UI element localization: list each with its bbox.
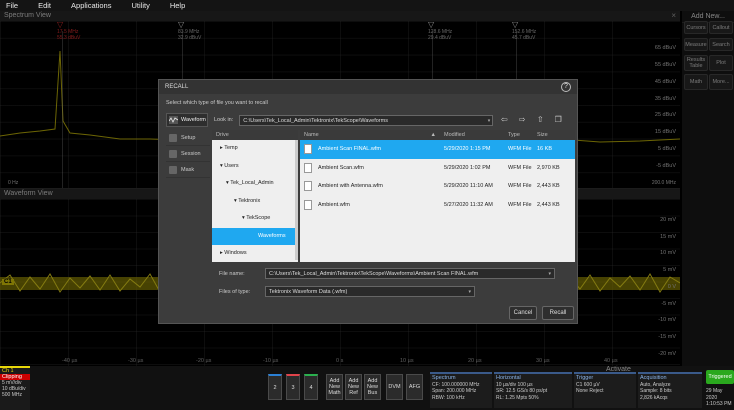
date-time: 29 May 2020 1:10:53 PM <box>706 388 732 407</box>
menu-applications[interactable]: Applications <box>71 1 111 10</box>
file-icon <box>304 162 312 173</box>
dialog-subtitle: Select which type of file you want to re… <box>166 100 268 106</box>
settings-bar: Ch 1 Clipping 5 mV/div 10 dBu/div 500 MH… <box>0 366 734 410</box>
chevron-down-icon: ▾ <box>468 289 471 295</box>
tree-item-users[interactable]: ▾ Users <box>212 158 298 176</box>
menu-help[interactable]: Help <box>170 1 185 10</box>
file-name-row: File name: C:\Users\Tek_Local_Admin\Tekt… <box>219 268 555 279</box>
help-icon[interactable]: ? <box>561 82 571 92</box>
column-modified[interactable]: Modified <box>442 130 506 140</box>
setup-type[interactable]: Setup <box>166 130 210 146</box>
new-folder-icon[interactable]: ❐ <box>551 114 565 126</box>
sort-up-icon: ▲ <box>430 132 436 138</box>
menu-edit[interactable]: Edit <box>38 1 51 10</box>
column-name[interactable]: Name ▲ <box>300 130 442 140</box>
channel-3-button[interactable]: 3 <box>286 374 300 400</box>
horizontal-settings[interactable]: Horizontal 10 µs/div 100 µs SR: 12.5 GS/… <box>494 372 572 408</box>
menu-file[interactable]: File <box>6 1 18 10</box>
add-new-bus-button[interactable]: Add New Bus <box>364 374 381 400</box>
channel-4-button[interactable]: 4 <box>304 374 318 400</box>
mask-icon <box>169 165 177 174</box>
file-type-dropdown[interactable]: Tektronix Waveform Data (.wfm) ▾ <box>265 286 475 297</box>
activate-watermark: Activate <box>606 366 631 373</box>
add-new-ref-button[interactable]: Add New Ref <box>345 374 362 400</box>
file-list: Name ▲ Modified Type Size Ambient Scan FI… <box>300 130 575 262</box>
file-row[interactable]: Ambient Scan.wfm 5/29/2020 1:02 PM WFM F… <box>300 159 575 178</box>
file-list-header: Name ▲ Modified Type Size <box>300 130 575 140</box>
dvm-button[interactable]: DVM <box>386 374 403 400</box>
file-icon <box>304 181 312 192</box>
drive-tree: Drive ▸ Temp ▾ Users ▾ Tek_Local_Admin ▾… <box>212 130 298 262</box>
channel-1-badge[interactable]: Ch 1 Clipping 5 mV/div 10 dBu/div 500 MH… <box>0 366 30 410</box>
menu-bar: File Edit Applications Utility Help <box>0 0 734 11</box>
menu-utility[interactable]: Utility <box>131 1 149 10</box>
spectrum-settings[interactable]: Spectrum CF: 100.000000 MHz Span: 200.00… <box>430 372 492 408</box>
column-size[interactable]: Size <box>535 130 575 140</box>
file-name-field[interactable]: C:\Users\Tek_Local_Admin\Tektronix\TekSc… <box>265 268 555 279</box>
back-arrow-icon[interactable]: ⇦ <box>497 114 511 126</box>
cancel-button[interactable]: Cancel <box>509 306 537 320</box>
column-type[interactable]: Type <box>506 130 535 140</box>
file-row[interactable]: Ambient Scan FINAL.wfm 5/29/2020 1:15 PM… <box>300 140 575 159</box>
tree-item-tektronix[interactable]: ▾ Tektronix <box>212 193 298 211</box>
file-row[interactable]: Ambient with Antenna.wfm 5/29/2020 11:10… <box>300 177 575 196</box>
file-name-label: File name: <box>219 270 245 277</box>
file-type-label: Files of type: <box>219 288 251 295</box>
tree-item-waveforms[interactable]: Waveforms <box>212 227 298 245</box>
triggered-status: Triggered <box>706 370 734 384</box>
chevron-down-icon: ▾ <box>487 117 491 124</box>
dialog-title: RECALL <box>159 80 577 94</box>
recall-button[interactable]: Recall <box>542 306 574 320</box>
file-type-row: Files of type: Tektronix Waveform Data (… <box>219 286 475 297</box>
forward-arrow-icon[interactable]: ⇨ <box>515 114 529 126</box>
drive-header: Drive <box>212 130 298 140</box>
afg-button[interactable]: AFG <box>406 374 423 400</box>
channel-2-button[interactable]: 2 <box>268 374 282 400</box>
session-icon <box>169 149 177 158</box>
tree-item-tek-local-admin[interactable]: ▾ Tek_Local_Admin <box>212 175 298 193</box>
waveform-type-button[interactable]: Waveform <box>166 113 208 127</box>
trigger-settings[interactable]: Trigger C1 600 µV None Reject <box>574 372 636 408</box>
file-type-list: Setup Session Mask <box>166 130 210 210</box>
tree-scrollbar[interactable] <box>295 140 298 260</box>
look-in-label: Look in: <box>214 117 234 123</box>
look-in-dropdown[interactable]: C:\Users\Tek_Local_Admin\Tektronix\TekSc… <box>239 114 494 126</box>
setup-icon <box>169 133 177 142</box>
look-in-row: Waveform Look in: C:\Users\Tek_Local_Adm… <box>166 112 574 128</box>
tree-item-windows[interactable]: ▸ Windows <box>212 245 298 263</box>
recall-dialog: RECALL ? Select which type of file you w… <box>158 79 578 324</box>
tree-item-temp[interactable]: ▸ Temp <box>212 140 298 158</box>
acquisition-settings[interactable]: Acquisition Auto, Analyze Sample: 8 bits… <box>638 372 702 408</box>
file-icon <box>304 199 312 210</box>
session-type[interactable]: Session <box>166 146 210 162</box>
chevron-down-icon: ▾ <box>548 271 551 277</box>
file-row[interactable]: Ambient.wfm 5/27/2020 11:32 AM WFM File … <box>300 196 575 215</box>
waveform-icon <box>169 116 178 124</box>
up-folder-icon[interactable]: ⇧ <box>533 114 547 126</box>
add-new-math-button[interactable]: Add New Math <box>326 374 343 400</box>
mask-type[interactable]: Mask <box>166 162 210 178</box>
file-icon <box>304 144 312 155</box>
tree-item-tekscope[interactable]: ▾ TekScope <box>212 210 298 228</box>
